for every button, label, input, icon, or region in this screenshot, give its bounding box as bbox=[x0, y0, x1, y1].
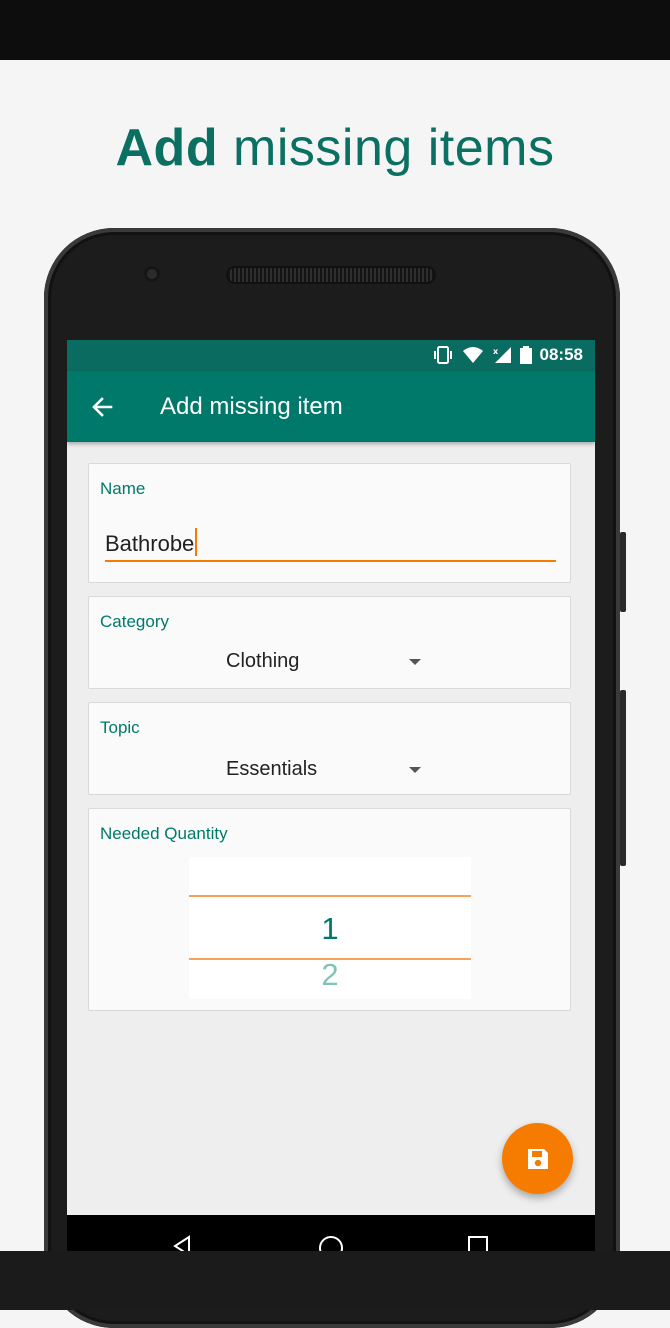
topic-value: Essentials bbox=[226, 758, 318, 780]
nav-back-icon[interactable] bbox=[171, 1235, 193, 1251]
topic-card: Topic Essentials bbox=[88, 702, 571, 795]
nav-recents-icon[interactable] bbox=[467, 1235, 489, 1251]
quantity-label: Needed Quantity bbox=[100, 824, 228, 843]
phone-volume-button bbox=[620, 690, 626, 866]
name-card: Name Bathrobe bbox=[88, 463, 571, 583]
picker-divider-top bbox=[189, 895, 471, 897]
front-camera bbox=[144, 266, 160, 282]
save-icon bbox=[527, 1148, 548, 1169]
topic-label: Topic bbox=[100, 718, 140, 737]
app-bar: Add missing item bbox=[67, 371, 595, 442]
name-value: Bathrobe bbox=[105, 531, 195, 556]
earpiece-speaker bbox=[226, 266, 436, 284]
phone-power-button bbox=[620, 532, 626, 612]
wifi-icon bbox=[462, 346, 484, 364]
chevron-down-icon bbox=[409, 659, 421, 665]
status-bar: x 08:58 bbox=[67, 340, 595, 371]
category-value: Clothing bbox=[226, 650, 300, 672]
picker-next-value[interactable]: 2 bbox=[189, 957, 471, 993]
system-nav-bar bbox=[67, 1215, 595, 1251]
bottom-frame-bar bbox=[0, 1251, 670, 1310]
topic-dropdown[interactable]: Essentials bbox=[89, 743, 572, 793]
nav-home-icon[interactable] bbox=[318, 1235, 344, 1251]
save-button[interactable] bbox=[502, 1123, 573, 1194]
status-time: 08:58 bbox=[539, 345, 583, 364]
promo-headline: Add missing items bbox=[0, 118, 670, 178]
headline-rest: missing items bbox=[218, 119, 555, 177]
picker-selected-value: 1 bbox=[321, 911, 339, 946]
quantity-picker[interactable]: 1 2 bbox=[189, 857, 471, 999]
battery-icon bbox=[519, 346, 532, 364]
app-bar-title: Add missing item bbox=[160, 393, 343, 420]
name-label: Name bbox=[100, 479, 146, 498]
chevron-down-icon bbox=[409, 767, 421, 773]
back-arrow-icon[interactable] bbox=[87, 393, 119, 421]
signal-icon: x bbox=[492, 346, 512, 364]
top-frame-bar bbox=[0, 0, 670, 60]
category-dropdown[interactable]: Clothing bbox=[89, 637, 572, 687]
svg-text:x: x bbox=[493, 347, 499, 356]
category-card: Category Clothing bbox=[88, 596, 571, 689]
vibrate-icon bbox=[432, 346, 454, 364]
phone-screen: x 08:58 Add missing item Name Bathrobe C… bbox=[67, 340, 595, 1251]
headline-bold: Add bbox=[115, 119, 219, 177]
name-field[interactable]: Bathrobe bbox=[105, 528, 556, 562]
text-caret bbox=[195, 528, 198, 556]
quantity-card: Needed Quantity 1 2 bbox=[88, 808, 571, 1011]
category-label: Category bbox=[100, 612, 169, 631]
